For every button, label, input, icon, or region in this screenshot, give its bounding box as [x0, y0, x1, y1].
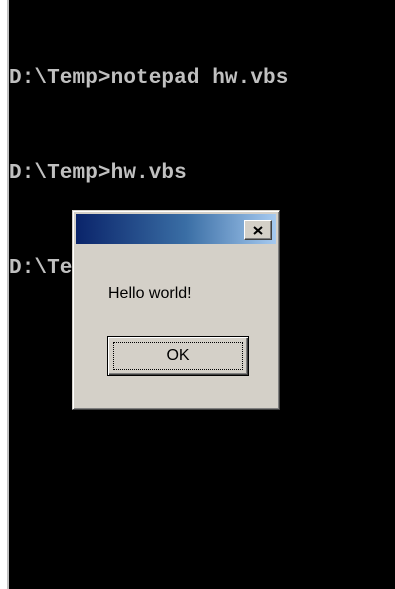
console-line: D:\Temp>hw.vbs [9, 162, 187, 185]
message-box-dialog: Hello world! OK [72, 210, 280, 410]
close-icon [253, 225, 263, 235]
console-line: D:\Temp>notepad hw.vbs [9, 67, 289, 90]
dialog-message: Hello world! [108, 285, 192, 302]
ok-button[interactable]: OK [107, 336, 249, 376]
ok-button-label: OK [166, 347, 190, 364]
dialog-titlebar[interactable] [76, 214, 276, 244]
close-button[interactable] [244, 220, 272, 240]
window-left-edge [0, 0, 9, 589]
